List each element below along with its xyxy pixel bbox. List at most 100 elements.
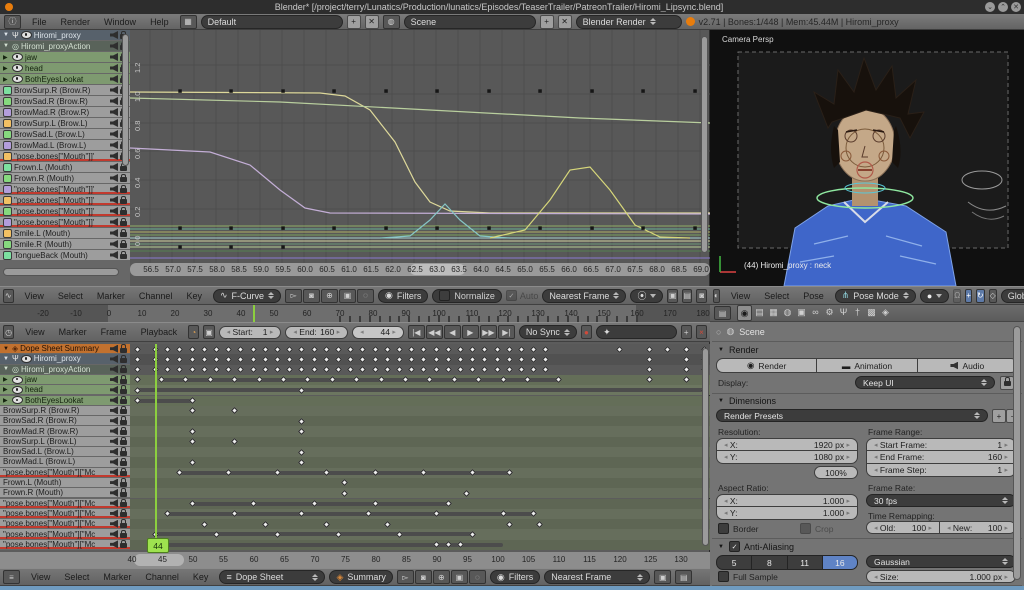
start-frame-field[interactable]: ◂ Start Frame: 1 ▸	[866, 438, 1016, 451]
lock-icon[interactable]	[120, 399, 127, 404]
menu-help[interactable]: Help	[143, 17, 176, 27]
keyframe-square[interactable]	[435, 89, 439, 93]
expand-triangle-icon[interactable]: ▶	[3, 397, 10, 404]
remap-new-field[interactable]: ◂ New: 100 ▸	[940, 521, 1016, 534]
pivot-center-icon[interactable]: ⊕	[321, 289, 338, 303]
keyframe-square[interactable]	[435, 226, 439, 230]
normalize-checkbox[interactable]	[439, 290, 450, 301]
snap-magnet-icon[interactable]: Ω	[953, 289, 961, 303]
sync-mode-select[interactable]: No Sync	[519, 325, 577, 339]
mute-speaker-icon[interactable]	[110, 207, 118, 215]
mute-speaker-icon[interactable]	[110, 489, 118, 497]
aa-filter-select[interactable]: Gaussian	[866, 555, 1016, 568]
anti-aliasing-panel-title[interactable]: ▼✓ Anti-Aliasing	[718, 541, 794, 552]
zoom-region-icon[interactable]: ◌	[357, 289, 374, 303]
jump-start-button[interactable]: |◀	[408, 325, 425, 339]
crop-checkbox[interactable]	[800, 523, 811, 534]
mute-speaker-icon[interactable]	[110, 163, 118, 171]
mute-speaker-icon[interactable]	[110, 42, 118, 50]
keyframe-square[interactable]	[641, 89, 645, 93]
dope-mode-select[interactable]: ≡ Dope Sheet	[219, 570, 325, 584]
expand-triangle-icon[interactable]: ▼	[3, 32, 10, 38]
dope-channel[interactable]: ▶jaw	[0, 375, 130, 384]
lock-icon[interactable]	[120, 188, 127, 193]
lock-icon[interactable]	[120, 471, 127, 476]
aa-sample-16[interactable]: 16	[823, 555, 858, 570]
timeline-menu-view[interactable]: View	[18, 327, 51, 337]
mute-speaker-icon[interactable]	[110, 97, 118, 105]
timeline-menu-marker[interactable]: Marker	[52, 327, 94, 337]
mute-speaker-icon[interactable]	[110, 152, 118, 160]
snap-mode-select[interactable]: Nearest Frame	[542, 289, 626, 303]
expand-triangle-icon[interactable]: ▶	[3, 386, 10, 393]
fcurve-list-hscrollbar[interactable]	[3, 268, 119, 276]
play-reverse-button[interactable]: ◀	[444, 325, 461, 339]
fcurve-channel[interactable]: Frown.L (Mouth)	[0, 162, 130, 172]
lock-icon[interactable]	[120, 512, 127, 517]
manipulator-scale-icon[interactable]: ◇	[989, 289, 997, 303]
lock-icon[interactable]	[120, 254, 127, 259]
fcurve-menu-view[interactable]: View	[18, 291, 51, 301]
keyframe-square[interactable]	[693, 226, 697, 230]
keyframe-square[interactable]	[384, 89, 388, 93]
pin-icon[interactable]: ○	[716, 327, 721, 337]
dope-channel[interactable]: BrowSad.L (Brow.L)	[0, 447, 130, 456]
lock-icon[interactable]	[120, 199, 127, 204]
dope-channel[interactable]: BrowMad.R (Brow.R)	[0, 426, 130, 435]
viewport-menu-view[interactable]: View	[724, 291, 757, 301]
lock-range-icon[interactable]: ▣	[203, 325, 214, 339]
render-button[interactable]: ◉Render	[716, 358, 817, 373]
frame-step-field[interactable]: ◂ Frame Step: 1 ▸	[866, 464, 1016, 477]
fcurve-channel[interactable]: "pose.bones["Mouth"]]'	[0, 184, 130, 194]
viewport-3d[interactable]: Camera Persp (44) Hiromi_proxy : neck ◐ …	[710, 30, 1024, 305]
expand-triangle-icon[interactable]: ▼	[3, 356, 10, 362]
mute-speaker-icon[interactable]	[110, 174, 118, 182]
timeline-ruler[interactable]: -20-100102030405060708090100110120130140…	[0, 305, 710, 322]
scene-icon[interactable]: ◍	[383, 15, 400, 29]
keyframe-square[interactable]	[332, 89, 336, 93]
mute-speaker-icon[interactable]	[110, 396, 118, 404]
aspect-x-field[interactable]: ◂ X: 1.000 ▸	[716, 494, 858, 507]
aa-sample-5[interactable]: 5	[716, 555, 752, 570]
keyframe-square[interactable]	[178, 245, 182, 249]
fcurve-channel[interactable]: Smile.L (Mouth)	[0, 228, 130, 238]
insert-keyframe-icon[interactable]: +	[681, 325, 692, 339]
dope-channel[interactable]: ▼◎Hiromi_proxyAction	[0, 365, 130, 374]
lock-icon[interactable]	[120, 210, 127, 215]
mute-speaker-icon[interactable]	[110, 119, 118, 127]
fcurve-channel[interactable]: BrowMad.R (Brow.R)	[0, 107, 130, 117]
eye-icon[interactable]	[12, 53, 23, 61]
viewport-menu-pose[interactable]: Pose	[796, 291, 831, 301]
aspect-y-field[interactable]: ◂ Y: 1.000 ▸	[716, 507, 858, 520]
fcurve-channel[interactable]: "pose.bones["Mouth"]]'	[0, 195, 130, 205]
keyframe-square[interactable]	[281, 226, 285, 230]
fcurve-channel[interactable]: BrowSurp.R (Brow.R)	[0, 85, 130, 95]
keyframe-square[interactable]	[178, 89, 182, 93]
anti-aliasing-checkbox[interactable]: ✓	[729, 541, 740, 552]
dope-vscrollbar[interactable]	[702, 348, 709, 546]
dope-channel[interactable]: BrowSurp.R (Brow.R)	[0, 406, 130, 415]
lock-icon[interactable]	[120, 243, 127, 248]
fcurve-channel[interactable]: "pose.bones["Mouth"]]'	[0, 206, 130, 216]
mute-speaker-icon[interactable]	[110, 458, 118, 466]
lock-icon[interactable]	[120, 368, 127, 373]
playback-range-icon[interactable]: ◔	[188, 325, 199, 339]
eye-icon[interactable]	[21, 355, 32, 363]
mute-speaker-icon[interactable]	[110, 406, 118, 414]
keyframe-square[interactable]	[590, 226, 594, 230]
paste-keys-icon[interactable]: ▤	[682, 289, 693, 303]
dope-channel[interactable]: "pose.bones["Mouth"]["Mc	[0, 499, 130, 508]
lock-icon[interactable]	[120, 358, 127, 363]
fcurve-filters-button[interactable]: ◉ Filters	[378, 289, 428, 303]
display-lock-button[interactable]	[1000, 376, 1014, 390]
dope-channel[interactable]: Frown.R (Mouth)	[0, 488, 130, 497]
fcurve-menu-select[interactable]: Select	[51, 291, 90, 301]
fcurve-channel[interactable]: ▶jaw	[0, 52, 130, 62]
add-scene-button[interactable]: +	[540, 15, 554, 29]
dope-channel[interactable]: "pose.bones["Mouth"]["Mc	[0, 509, 130, 518]
lock-icon[interactable]	[120, 221, 127, 226]
keyframe-square[interactable]	[384, 226, 388, 230]
timeline-menu-frame[interactable]: Frame	[94, 327, 134, 337]
editor-type-info-icon[interactable]: ⓘ	[4, 15, 21, 29]
lock-icon[interactable]	[120, 523, 127, 528]
